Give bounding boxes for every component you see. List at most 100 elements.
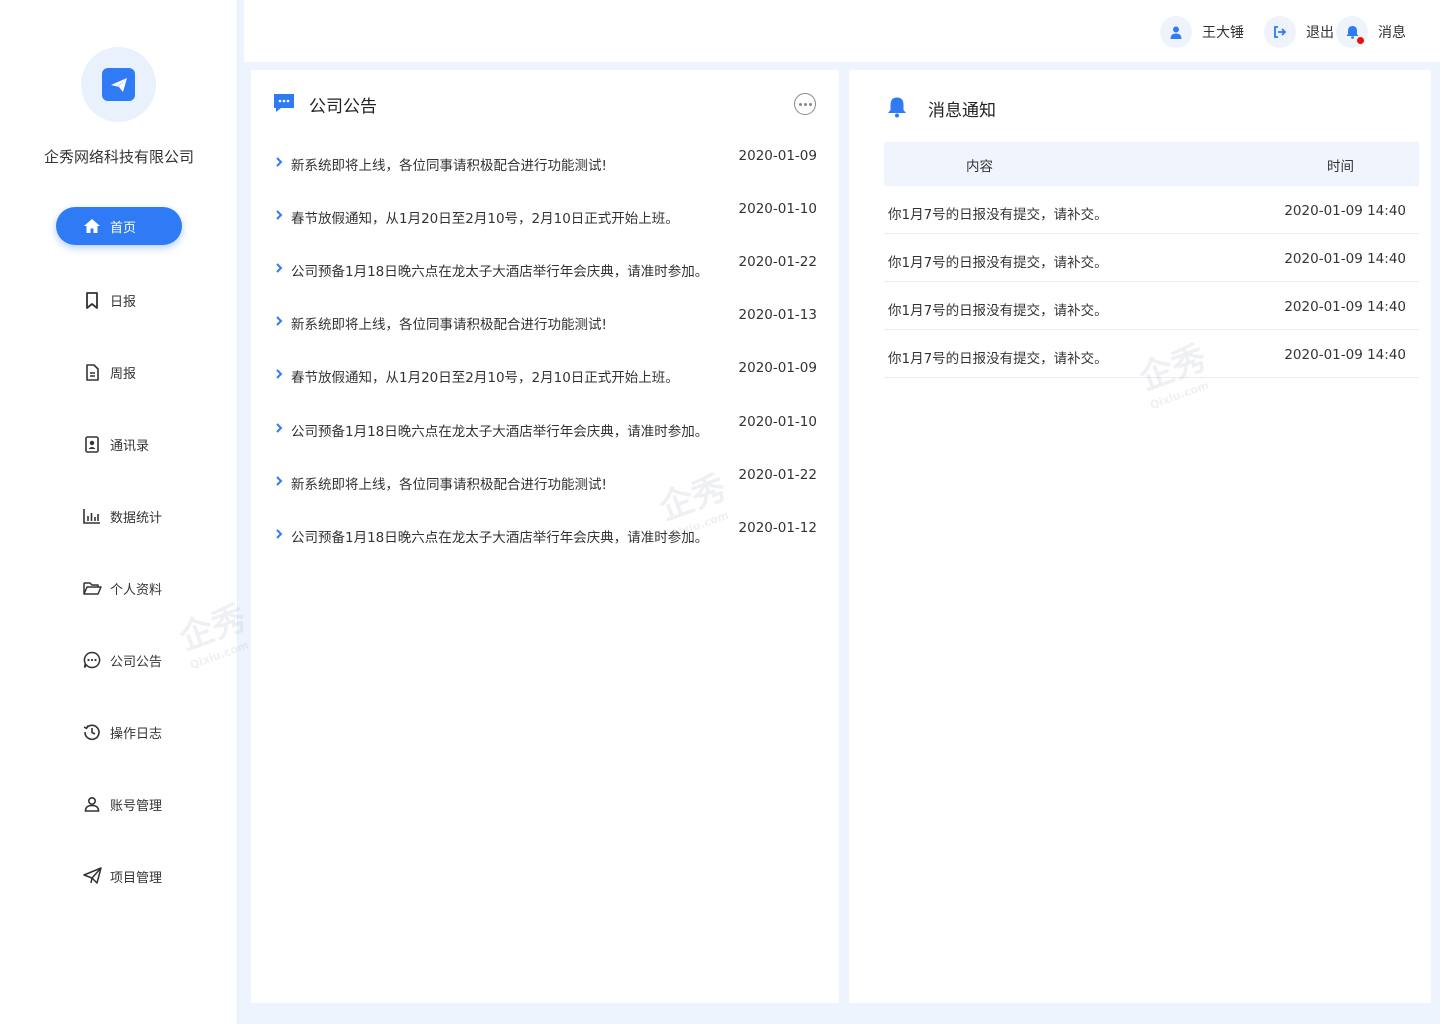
bookmark-icon: [82, 290, 102, 310]
user-name: 王大锤: [1202, 25, 1244, 41]
table-row[interactable]: 你1月7号的日报没有提交，请补交。 2020-01-09 14:40: [884, 186, 1419, 234]
chevron-right-icon: [276, 316, 283, 326]
notice-date: 2020-01-12: [738, 520, 817, 536]
bar-chart-icon: [82, 506, 102, 526]
column-header-content: 内容: [966, 159, 993, 175]
chevron-right-icon: [276, 369, 283, 379]
sidebar-item-label: 个人资料: [110, 582, 163, 598]
messages-button[interactable]: 消息: [1336, 16, 1406, 48]
message-time: 2020-01-09 14:40: [1284, 299, 1406, 315]
notifications-panel: 消息通知 内容 时间 你1月7号的日报没有提交，请补交。 2020-01-09 …: [849, 70, 1431, 1003]
user-icon: [82, 794, 102, 814]
announcements-panel: 公司公告 新系统即将上线，各位同事请积极配合进行功能测试! 2020-01-09…: [251, 70, 839, 1003]
logout-label: 退出: [1306, 25, 1334, 41]
sidebar: 企秀网络科技有限公司 首页 日报 周报 通讯录 数据统计 个人资料 公司公告 操…: [0, 0, 238, 1024]
chevron-right-icon: [276, 529, 283, 539]
unread-dot: [1357, 37, 1364, 44]
notice-text: 春节放假通知，从1月20日至2月10号，2月10日正式开始上班。: [291, 211, 679, 227]
message-time: 2020-01-09 14:40: [1284, 347, 1406, 363]
bell-icon: [1336, 16, 1368, 48]
paper-plane-logo-icon: [102, 68, 135, 101]
sidebar-item-weekly-report[interactable]: 周报: [56, 353, 182, 391]
bell-icon: [887, 96, 907, 118]
history-icon: [82, 722, 102, 742]
sidebar-item-label: 首页: [110, 220, 137, 236]
notice-date: 2020-01-22: [738, 254, 817, 270]
message-content: 你1月7号的日报没有提交，请补交。: [888, 351, 1108, 367]
folder-icon: [82, 578, 102, 598]
list-item[interactable]: 新系统即将上线，各位同事请积极配合进行功能测试! 2020-01-09: [273, 148, 817, 178]
sidebar-item-label: 账号管理: [110, 798, 163, 814]
notice-text: 公司预备1月18日晚六点在龙太子大酒店举行年会庆典，请准时参加。: [291, 424, 709, 440]
sidebar-item-label: 项目管理: [110, 870, 163, 886]
sidebar-item-account-management[interactable]: 账号管理: [56, 785, 182, 823]
message-content: 你1月7号的日报没有提交，请补交。: [888, 303, 1108, 319]
notice-date: 2020-01-09: [738, 360, 817, 376]
sidebar-item-announcements[interactable]: 公司公告: [56, 641, 182, 679]
list-item[interactable]: 公司预备1月18日晚六点在龙太子大酒店举行年会庆典，请准时参加。 2020-01…: [273, 414, 817, 444]
table-row[interactable]: 你1月7号的日报没有提交，请补交。 2020-01-09 14:40: [884, 330, 1419, 378]
chevron-right-icon: [276, 210, 283, 220]
sidebar-item-operation-log[interactable]: 操作日志: [56, 713, 182, 751]
chevron-right-icon: [276, 263, 283, 273]
notifications-title: 消息通知: [928, 101, 996, 121]
sidebar-item-label: 日报: [110, 294, 137, 310]
sidebar-item-statistics[interactable]: 数据统计: [56, 497, 182, 535]
message-square-icon: [273, 93, 295, 113]
list-item[interactable]: 公司预备1月18日晚六点在龙太子大酒店举行年会庆典，请准时参加。 2020-01…: [273, 254, 817, 284]
list-item[interactable]: 公司预备1月18日晚六点在龙太子大酒店举行年会庆典，请准时参加。 2020-01…: [273, 520, 817, 550]
notice-date: 2020-01-10: [738, 414, 817, 430]
list-item[interactable]: 新系统即将上线，各位同事请积极配合进行功能测试! 2020-01-13: [273, 307, 817, 337]
notice-date: 2020-01-10: [738, 201, 817, 217]
list-item[interactable]: 春节放假通知，从1月20日至2月10号，2月10日正式开始上班。 2020-01…: [273, 201, 817, 231]
sidebar-item-project-management[interactable]: 项目管理: [56, 857, 182, 895]
sidebar-item-label: 数据统计: [110, 510, 163, 526]
home-icon: [82, 216, 102, 236]
sidebar-item-label: 周报: [110, 366, 137, 382]
sidebar-item-label: 操作日志: [110, 726, 163, 742]
logout-icon: [1264, 16, 1296, 48]
notice-text: 公司预备1月18日晚六点在龙太子大酒店举行年会庆典，请准时参加。: [291, 530, 709, 546]
notifications-table: 内容 时间 你1月7号的日报没有提交，请补交。 2020-01-09 14:40…: [884, 142, 1419, 378]
notice-text: 春节放假通知，从1月20日至2月10号，2月10日正式开始上班。: [291, 370, 679, 386]
messages-label: 消息: [1378, 25, 1406, 41]
contacts-icon: [82, 434, 102, 454]
column-header-time: 时间: [1327, 159, 1354, 175]
sidebar-item-contacts[interactable]: 通讯录: [56, 425, 182, 463]
sidebar-item-daily-report[interactable]: 日报: [56, 281, 182, 319]
notice-date: 2020-01-22: [738, 467, 817, 483]
paper-plane-icon: [82, 866, 102, 886]
sidebar-item-label: 通讯录: [110, 438, 150, 454]
message-content: 你1月7号的日报没有提交，请补交。: [888, 207, 1108, 223]
table-row[interactable]: 你1月7号的日报没有提交，请补交。 2020-01-09 14:40: [884, 234, 1419, 282]
message-content: 你1月7号的日报没有提交，请补交。: [888, 255, 1108, 271]
more-options-button[interactable]: [794, 93, 816, 115]
table-row[interactable]: 你1月7号的日报没有提交，请补交。 2020-01-09 14:40: [884, 282, 1419, 330]
list-item[interactable]: 新系统即将上线，各位同事请积极配合进行功能测试! 2020-01-22: [273, 467, 817, 497]
user-menu[interactable]: 王大锤: [1160, 16, 1244, 48]
logout-button[interactable]: 退出: [1264, 16, 1334, 48]
chat-bubble-icon: [82, 650, 102, 670]
message-time: 2020-01-09 14:40: [1284, 251, 1406, 267]
notice-text: 新系统即将上线，各位同事请积极配合进行功能测试!: [291, 317, 607, 333]
user-avatar-icon: [1160, 16, 1192, 48]
table-header: 内容 时间: [884, 142, 1419, 186]
notice-date: 2020-01-09: [738, 148, 817, 164]
message-time: 2020-01-09 14:40: [1284, 203, 1406, 219]
notice-text: 公司预备1月18日晚六点在龙太子大酒店举行年会庆典，请准时参加。: [291, 264, 709, 280]
chevron-right-icon: [276, 157, 283, 167]
announcements-title: 公司公告: [309, 97, 377, 117]
notice-text: 新系统即将上线，各位同事请积极配合进行功能测试!: [291, 158, 607, 174]
notice-date: 2020-01-13: [738, 307, 817, 323]
list-item[interactable]: 春节放假通知，从1月20日至2月10号，2月10日正式开始上班。 2020-01…: [273, 360, 817, 390]
sidebar-item-profile[interactable]: 个人资料: [56, 569, 182, 607]
chevron-right-icon: [276, 476, 283, 486]
sidebar-item-home[interactable]: 首页: [56, 207, 182, 245]
company-name: 企秀网络科技有限公司: [43, 148, 194, 166]
company-logo: [81, 47, 156, 122]
top-header: 王大锤 退出 消息: [244, 0, 1440, 62]
notice-text: 新系统即将上线，各位同事请积极配合进行功能测试!: [291, 477, 607, 493]
sidebar-item-label: 公司公告: [110, 654, 163, 670]
chevron-right-icon: [276, 423, 283, 433]
document-icon: [82, 362, 102, 382]
